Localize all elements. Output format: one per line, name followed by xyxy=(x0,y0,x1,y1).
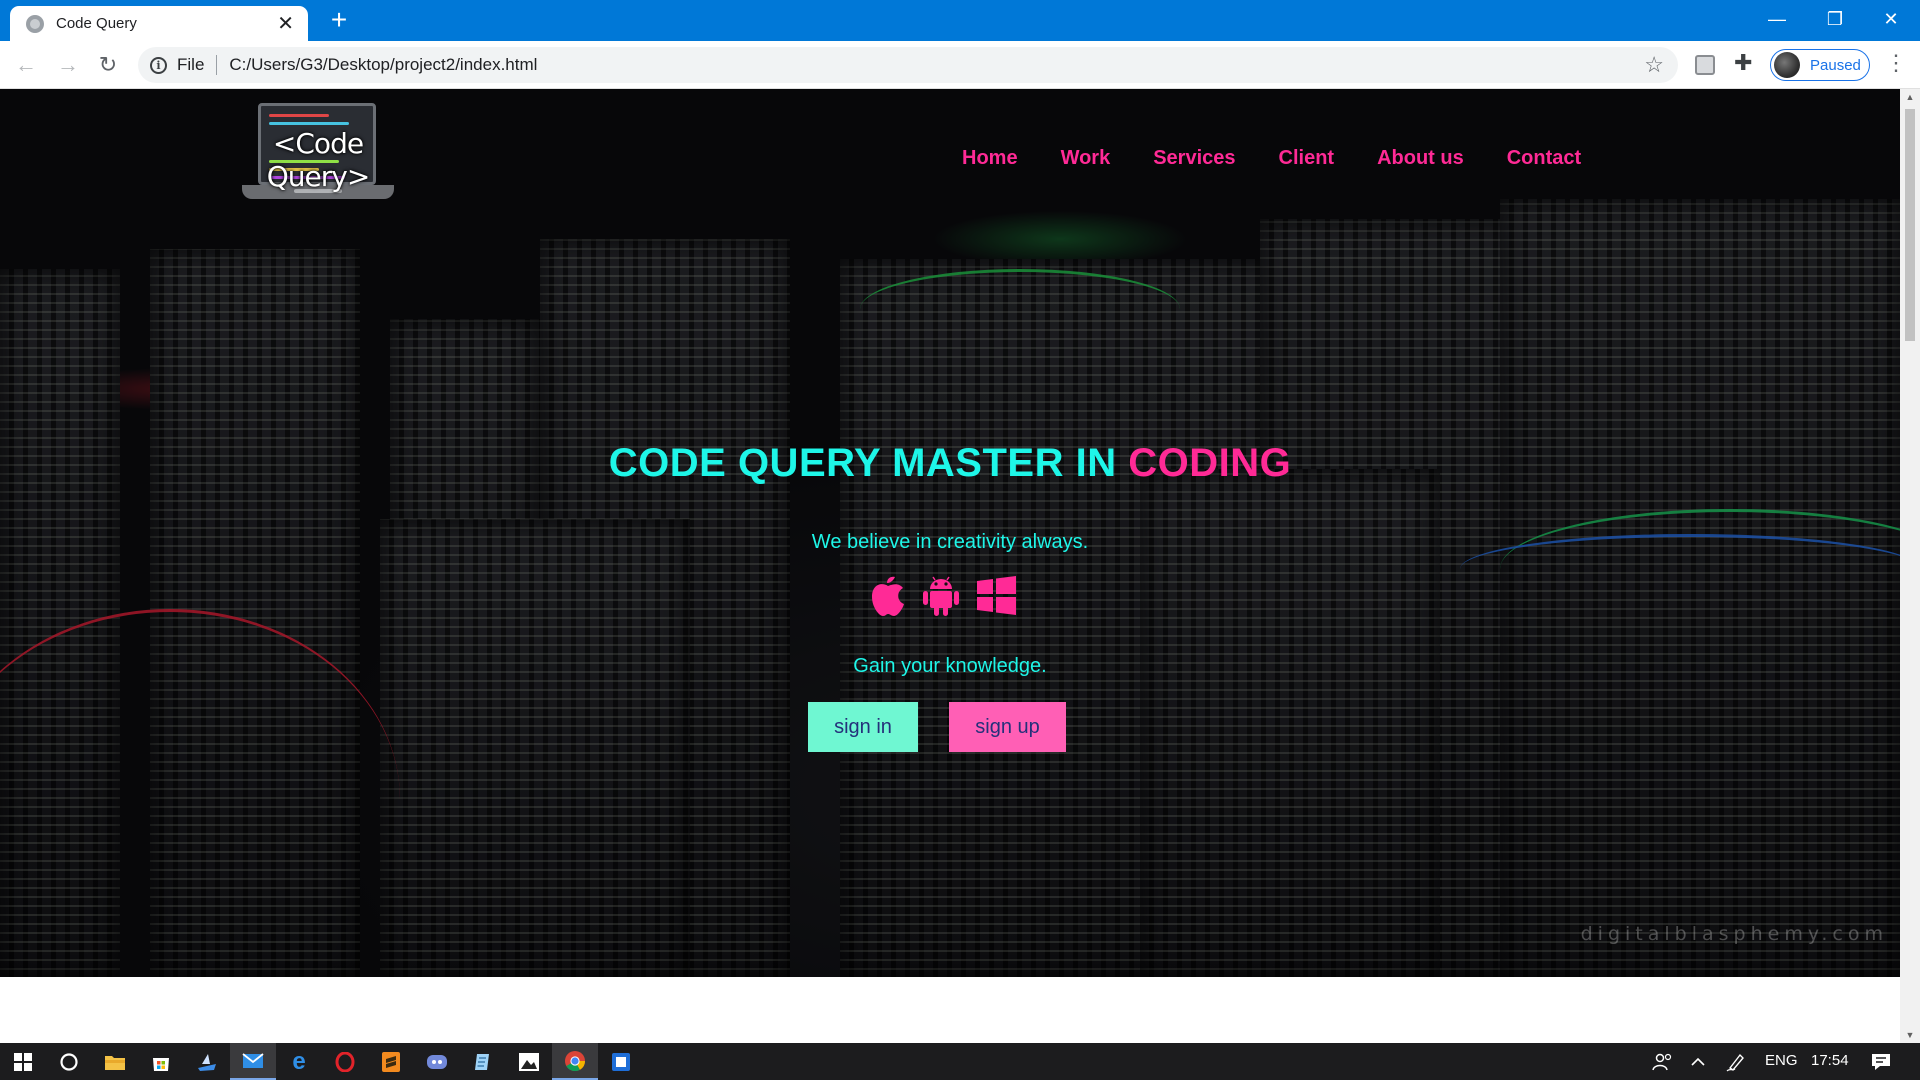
file-explorer-icon[interactable] xyxy=(92,1043,138,1080)
extension-icon[interactable] xyxy=(1695,55,1715,75)
profile-button[interactable]: Paused xyxy=(1770,49,1870,81)
url-separator xyxy=(216,55,218,75)
hero-tagline: We believe in creativity always. xyxy=(811,531,1089,553)
nav-link-contact[interactable]: Contact xyxy=(1507,147,1581,170)
tab-title: Code Query xyxy=(56,15,137,32)
browser-titlebar: Code Query ✕ + — ❐ ✕ xyxy=(0,0,1920,41)
site-logo[interactable]: <Code Query> xyxy=(238,103,398,207)
browser-menu-icon[interactable]: ⋮ xyxy=(1885,50,1907,76)
discord-icon[interactable] xyxy=(414,1043,460,1080)
pen-icon[interactable] xyxy=(1716,1043,1756,1080)
reload-icon[interactable]: ↻ xyxy=(92,49,124,81)
extensions-puzzle-icon[interactable]: ✚ xyxy=(1734,50,1752,76)
back-arrow-icon[interactable]: ← xyxy=(10,49,42,81)
new-tab-button[interactable]: + xyxy=(325,6,353,34)
address-bar[interactable]: i File C:/Users/G3/Desktop/project2/inde… xyxy=(138,47,1678,83)
android-icon[interactable] xyxy=(922,573,960,617)
sign-up-button[interactable]: sign up xyxy=(949,702,1066,752)
page-scrollbar[interactable]: ▲ ▼ xyxy=(1900,89,1920,1043)
url-text[interactable]: C:/Users/G3/Desktop/project2/index.html xyxy=(229,55,537,75)
nav-link-home[interactable]: Home xyxy=(962,147,1018,170)
sublime-icon[interactable] xyxy=(368,1043,414,1080)
url-scheme: File xyxy=(177,55,205,74)
platform-icons xyxy=(868,573,1032,617)
chrome-icon[interactable] xyxy=(552,1043,598,1080)
headline-main: CODE QUERY MASTER IN xyxy=(608,441,1129,485)
mail-icon[interactable] xyxy=(230,1043,276,1080)
browser-toolbar: ← → ↻ i File C:/Users/G3/Desktop/project… xyxy=(0,41,1920,89)
edge-icon[interactable]: e xyxy=(276,1043,322,1080)
nav-link-work[interactable]: Work xyxy=(1061,147,1111,170)
chevron-up-icon[interactable] xyxy=(1680,1043,1716,1080)
avatar xyxy=(1774,52,1800,78)
photos-icon[interactable] xyxy=(506,1043,552,1080)
hero-headline: CODE QUERY MASTER IN CODING xyxy=(0,441,1900,486)
language-indicator[interactable]: ENG xyxy=(1765,1052,1798,1069)
nav-link-services[interactable]: Services xyxy=(1153,147,1235,170)
main-nav: Home Work Services Client About us Conta… xyxy=(962,147,1581,170)
hero-subline: Gain your knowledge. xyxy=(853,655,1047,677)
maximize-button[interactable]: ❐ xyxy=(1806,0,1864,41)
scroll-up-arrow-icon[interactable]: ▲ xyxy=(1900,89,1920,105)
start-icon[interactable] xyxy=(0,1043,46,1080)
notifications-icon[interactable] xyxy=(1858,1043,1904,1080)
profile-status: Paused xyxy=(1810,56,1861,74)
tab-close-icon[interactable]: ✕ xyxy=(277,14,294,34)
close-window-button[interactable]: ✕ xyxy=(1862,0,1920,41)
forward-arrow-icon[interactable]: → xyxy=(52,49,84,81)
notepad-icon[interactable] xyxy=(460,1043,506,1080)
browser-tab[interactable]: Code Query ✕ xyxy=(10,6,308,41)
search-icon[interactable] xyxy=(46,1043,92,1080)
windows-taskbar: e ENG 17:54 xyxy=(0,1043,1920,1080)
bookmark-star-icon[interactable]: ☆ xyxy=(1644,52,1664,78)
app-icon[interactable] xyxy=(184,1043,230,1080)
sign-in-button[interactable]: sign in xyxy=(808,702,918,752)
store-icon[interactable] xyxy=(138,1043,184,1080)
nav-link-about-us[interactable]: About us xyxy=(1377,147,1464,170)
windows-icon[interactable] xyxy=(974,573,1018,617)
page-viewport: digitalblasphemy.com <Code Query> Home W… xyxy=(0,89,1900,1043)
taskbar-clock[interactable]: 17:54 xyxy=(1811,1052,1849,1069)
site-info-icon[interactable]: i xyxy=(150,56,167,74)
opera-icon[interactable] xyxy=(322,1043,368,1080)
scroll-down-arrow-icon[interactable]: ▼ xyxy=(1900,1027,1920,1043)
hero-section: digitalblasphemy.com <Code Query> Home W… xyxy=(0,89,1900,977)
nav-link-client[interactable]: Client xyxy=(1279,147,1335,170)
minimize-button[interactable]: — xyxy=(1748,0,1806,41)
watermark-text: digitalblasphemy.com xyxy=(1580,923,1888,945)
logo-text: <Code Query> xyxy=(266,127,371,193)
apple-icon[interactable] xyxy=(868,573,908,617)
tab-favicon-icon xyxy=(26,14,44,33)
headline-accent: CODING xyxy=(1128,441,1292,485)
scrollbar-thumb[interactable] xyxy=(1905,109,1915,341)
app-icon[interactable] xyxy=(598,1043,644,1080)
